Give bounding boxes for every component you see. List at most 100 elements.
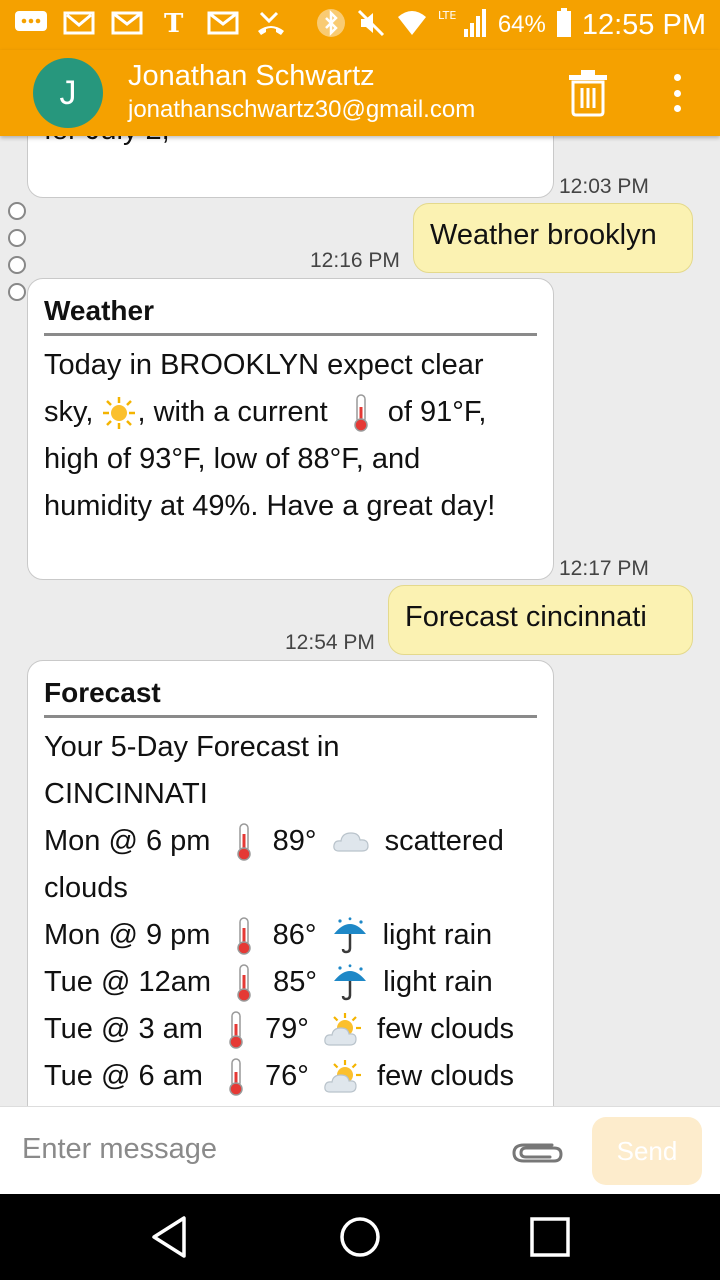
trash-icon — [569, 70, 607, 117]
forecast-intro: Your 5-Day Forecast in — [44, 731, 340, 763]
contact-name: Jonathan Schwartz — [128, 60, 375, 92]
more-dot — [673, 89, 681, 97]
message-timestamp: 12:54 PM — [285, 631, 375, 654]
messaging-icon — [14, 8, 48, 38]
home-button[interactable] — [337, 1214, 383, 1260]
home-circle-icon — [340, 1217, 380, 1257]
message-text: Weather brooklyn — [430, 219, 657, 251]
forecast-temp: 76° — [265, 1060, 309, 1092]
svg-text:T: T — [164, 9, 184, 38]
message-list[interactable]: for July 2, 12:03 PM Weather brooklyn 12… — [0, 136, 720, 1106]
forecast-condition: few clouds — [377, 1060, 515, 1092]
weather-line: humidity at 49%. Have a great day! — [44, 490, 496, 522]
bluetooth-icon — [316, 8, 346, 43]
navigation-bar — [0, 1194, 720, 1280]
lte-signal-icon: LTE — [438, 7, 488, 44]
thermometer-icon — [236, 823, 251, 862]
thermometer-icon — [229, 1058, 243, 1097]
forecast-condition-wrap: clouds — [44, 872, 128, 904]
lte-label: LTE — [438, 9, 456, 22]
forecast-city: CINCINNATI — [44, 778, 208, 810]
message-timestamp: 12:16 PM — [310, 249, 400, 272]
message-input[interactable] — [22, 1119, 482, 1179]
weather-line: high of 93°F, low of 88°F, and — [44, 443, 421, 475]
forecast-temp: 85° — [273, 966, 317, 998]
forecast-condition: scattered — [384, 825, 504, 857]
outgoing-message[interactable]: Forecast cincinnati — [388, 585, 693, 655]
more-dot — [673, 105, 681, 112]
indicator-dot — [8, 283, 26, 301]
nytimes-icon: T — [158, 8, 192, 38]
message-text-partial: for July 2, — [44, 136, 170, 145]
forecast-condition: few clouds — [377, 1013, 515, 1045]
forecast-temp: 86° — [272, 919, 317, 951]
incoming-message[interactable]: for July 2, — [27, 136, 554, 198]
forecast-row: Mon @ 6 pm 89° scattered — [44, 818, 537, 865]
delete-conversation-button[interactable] — [566, 68, 610, 118]
clock: 12:55 PM — [581, 8, 706, 41]
back-triangle-icon — [152, 1216, 186, 1258]
battery-icon — [556, 7, 572, 43]
weather-line: Today in BROOKLYN expect clear — [44, 349, 484, 381]
typing-indicator — [8, 202, 26, 310]
card-title: Weather — [44, 295, 537, 336]
forecast-when: Tue @ 3 am — [44, 1013, 203, 1045]
missed-call-icon — [254, 8, 288, 38]
weather-card[interactable]: Weather Today in BROOKLYN expect clear s… — [27, 278, 554, 580]
sun-behind-cloud-icon — [324, 1060, 361, 1093]
message-text: Forecast cincinnati — [405, 601, 647, 633]
message-timestamp: 12:03 PM — [559, 175, 649, 198]
forecast-when: Mon @ 6 pm — [44, 825, 211, 857]
outgoing-message[interactable]: Weather brooklyn — [413, 203, 693, 273]
thermometer-icon — [353, 394, 368, 433]
send-button[interactable]: Send — [592, 1117, 702, 1185]
forecast-when: Mon @ 9 pm — [44, 919, 211, 951]
sun-behind-cloud-icon — [324, 1013, 361, 1046]
sun-icon — [103, 397, 136, 430]
card-title: Forecast — [44, 677, 537, 718]
weather-text: , with a current — [137, 396, 328, 428]
message-timestamp: 12:17 PM — [559, 557, 649, 580]
forecast-row: Tue @ 12am 85° light rain — [44, 959, 537, 1006]
notification-icons: T — [14, 8, 288, 38]
avatar[interactable]: J — [33, 58, 103, 128]
thermometer-icon — [237, 964, 251, 1003]
conversation-header: J Jonathan Schwartz jonathanschwartz30@g… — [0, 50, 720, 136]
forecast-condition: light rain — [382, 919, 493, 951]
overflow-menu-button[interactable] — [662, 68, 692, 118]
recents-square-icon — [530, 1217, 570, 1257]
message-composer: Send — [0, 1106, 720, 1194]
forecast-row: Tue @ 3 am 79° few clouds — [44, 1006, 537, 1053]
card-body: Your 5-Day Forecast in CINCINNATI Mon @ … — [44, 724, 537, 1100]
weather-text: sky, — [44, 396, 94, 428]
forecast-condition: light rain — [383, 966, 493, 998]
forecast-when: Tue @ 6 am — [44, 1060, 203, 1092]
cloud-icon — [332, 832, 369, 852]
recents-button[interactable] — [527, 1214, 573, 1260]
mute-icon — [356, 8, 386, 43]
attach-button[interactable] — [508, 1135, 566, 1169]
umbrella-rain-icon — [333, 917, 366, 954]
forecast-row: Mon @ 9 pm 86° light rain — [44, 912, 537, 959]
indicator-dot — [8, 229, 26, 247]
mail-icon — [206, 8, 240, 38]
thermometer-icon — [236, 917, 251, 956]
indicator-dot — [8, 202, 26, 220]
more-dot — [673, 74, 681, 81]
status-bar: T LTE 64% 12:55 PM — [0, 0, 720, 50]
wifi-icon — [396, 9, 428, 42]
umbrella-rain-icon — [334, 964, 367, 1001]
forecast-temp: 79° — [265, 1013, 309, 1045]
weather-text: of 91°F, — [387, 396, 487, 428]
gmail-icon — [110, 8, 144, 38]
forecast-row: Tue @ 6 am 76° few clouds — [44, 1053, 537, 1100]
battery-percent: 64% — [497, 11, 546, 38]
forecast-card[interactable]: Forecast Your 5-Day Forecast in CINCINNA… — [27, 660, 554, 1106]
email-check-icon — [62, 8, 96, 38]
system-indicators: LTE 64% 12:55 PM — [316, 6, 706, 44]
thermometer-icon — [229, 1011, 243, 1050]
paperclip-icon — [512, 1143, 563, 1163]
contact-email: jonathanschwartz30@gmail.com — [128, 96, 476, 123]
back-button[interactable] — [148, 1214, 194, 1260]
forecast-temp: 89° — [272, 825, 317, 857]
